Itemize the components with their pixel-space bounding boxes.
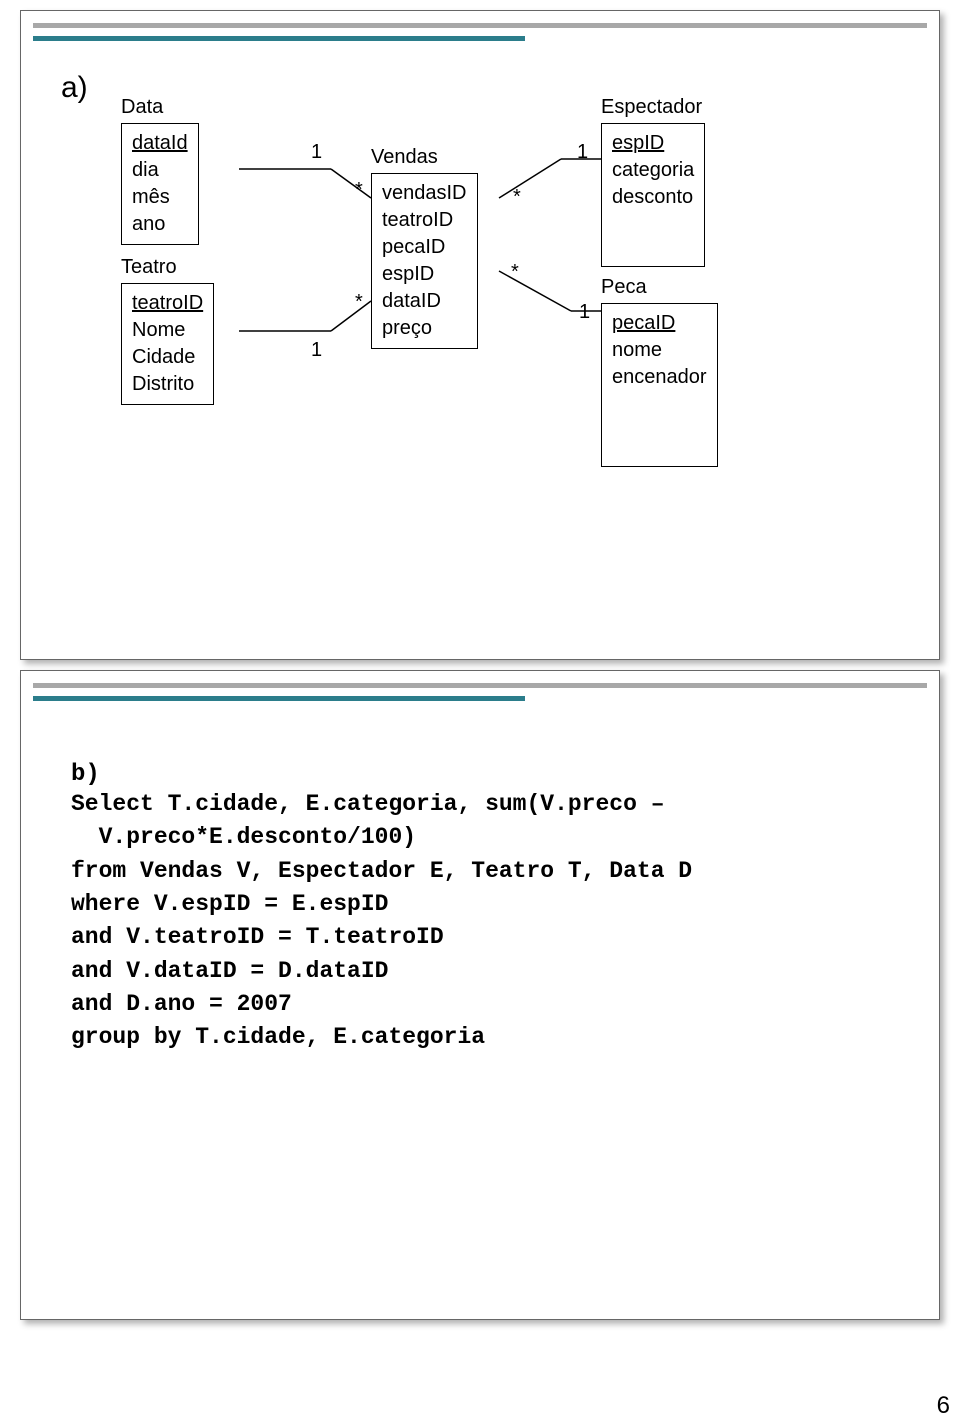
entity-vendas: Vendas vendasID teatroID pecaID espID da… [371,146,478,349]
entity-peca-box: pecaID nome encenador [601,303,718,467]
card-peca-1: 1 [579,301,590,324]
card-teatro-star: * [355,291,363,314]
attr: Distrito [132,371,203,398]
entity-data-box: dataId dia mês ano [121,123,199,245]
attr: pecaID [612,310,707,337]
entity-vendas-title: Vendas [371,146,478,169]
attr: mês [132,184,188,211]
attr: dataId [132,130,188,157]
entity-espectador-title: Espectador [601,96,705,119]
attr: espID [612,130,694,157]
entity-peca: Peca pecaID nome encenador [601,276,718,467]
entity-espectador: Espectador espID categoria desconto [601,96,705,267]
card-data-star: * [355,179,363,202]
attr: Cidade [132,344,203,371]
slide-accent-bars [21,11,939,41]
card-esp-star: * [513,186,521,209]
card-teatro-1: 1 [311,339,322,362]
attr: vendasID [382,180,467,207]
entity-peca-title: Peca [601,276,718,299]
entity-teatro: Teatro teatroID Nome Cidade Distrito [121,256,214,405]
card-esp-1: 1 [577,141,588,164]
er-diagram: Data dataId dia mês ano Teatro teatroID … [21,41,939,621]
sql-query: Select T.cidade, E.categoria, sum(V.prec… [71,788,889,1055]
accent-bar-gray [33,683,927,688]
attr: dataID [382,288,467,315]
slide-er-diagram: a) Data dataId dia mês ano [20,10,940,660]
accent-bar-teal [33,696,525,701]
attr: espID [382,261,467,288]
entity-data-title: Data [121,96,199,119]
attr: categoria [612,157,694,184]
entity-vendas-box: vendasID teatroID pecaID espID dataID pr… [371,173,478,349]
entity-espectador-box: espID categoria desconto [601,123,705,267]
attr: preço [382,315,467,342]
accent-bar-gray [33,23,927,28]
attr: teatroID [382,207,467,234]
attr: pecaID [382,234,467,261]
page-number: 6 [937,1392,950,1420]
attr: ano [132,211,188,238]
card-data-1: 1 [311,141,322,164]
entity-teatro-box: teatroID Nome Cidade Distrito [121,283,214,405]
entity-data: Data dataId dia mês ano [121,96,199,245]
attr: desconto [612,184,694,211]
slide-sql: b) Select T.cidade, E.categoria, sum(V.p… [20,670,940,1320]
card-peca-star: * [511,261,519,284]
slide-accent-bars [33,683,927,701]
attr: dia [132,157,188,184]
attr: nome [612,337,707,364]
attr: Nome [132,317,203,344]
attr: encenador [612,364,707,391]
label-b: b) [71,761,889,788]
entity-teatro-title: Teatro [121,256,214,279]
attr: teatroID [132,290,203,317]
